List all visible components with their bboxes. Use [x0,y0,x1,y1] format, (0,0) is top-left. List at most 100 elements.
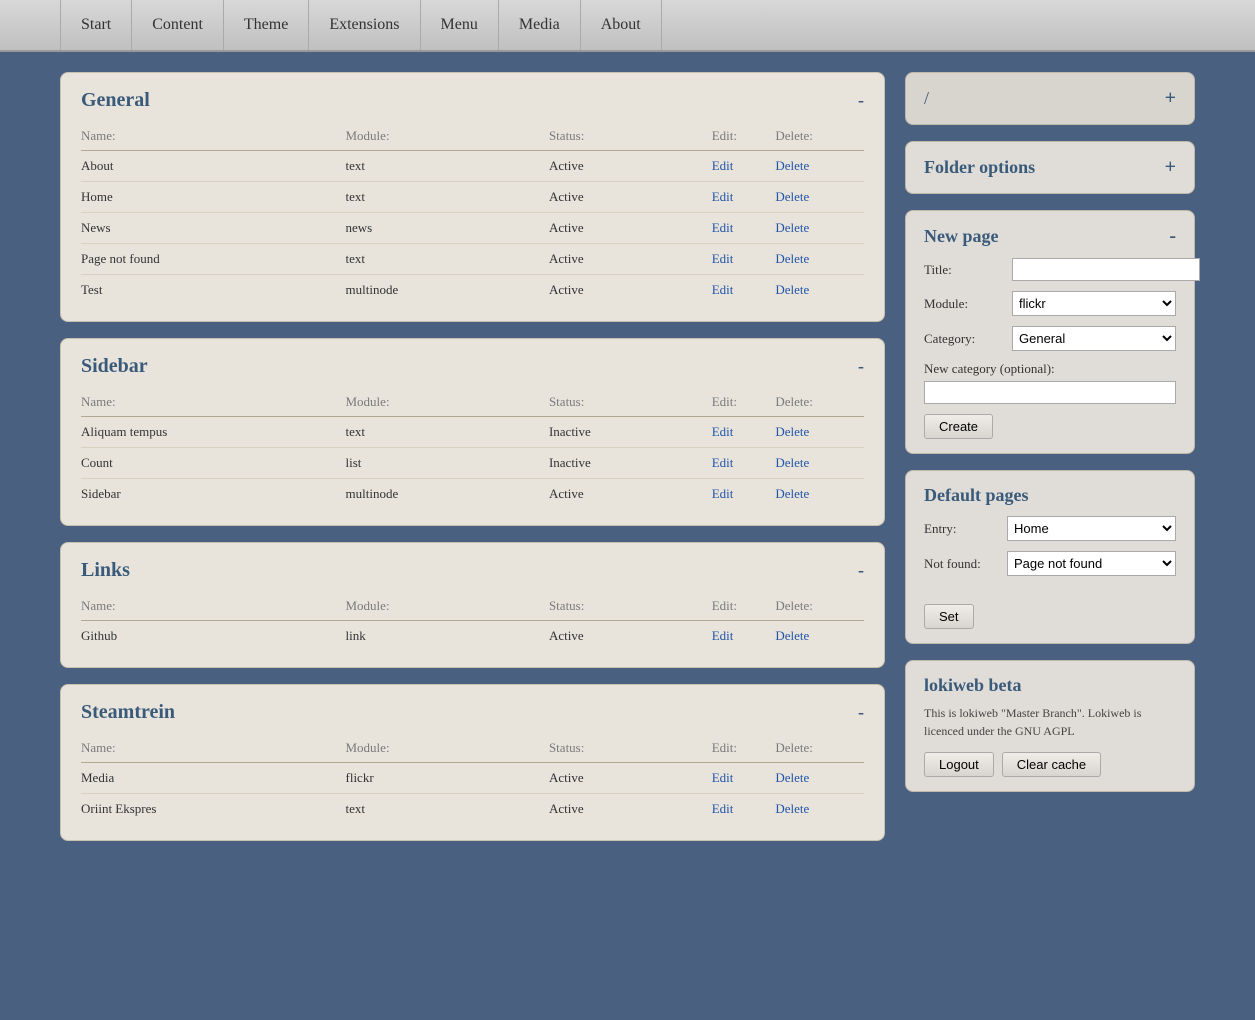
row-module: flickr [346,763,549,794]
lokiweb-panel: lokiweb beta This is lokiweb "Master Bra… [905,660,1195,792]
row-name: Media [81,763,346,794]
top-navigation: Start Content Theme Extensions Menu Medi… [0,0,1255,52]
steamtrein-table: Name: Module: Status: Edit: Delete: Medi… [81,736,864,824]
new-page-module-select[interactable]: flickrtextnewslistmultinodelink [1012,291,1176,316]
new-page-title-input[interactable] [1012,258,1200,281]
lokiweb-description: This is lokiweb "Master Branch". Lokiweb… [924,704,1176,740]
edit-link[interactable]: Edit [712,189,734,204]
new-category-input[interactable] [924,381,1176,404]
table-row: AbouttextActiveEditDelete [81,151,864,182]
steamtrein-title: Steamtrein [81,701,175,724]
edit-link[interactable]: Edit [712,282,734,297]
create-button[interactable]: Create [924,414,993,439]
delete-link[interactable]: Delete [775,801,809,816]
new-page-category-select[interactable]: General [1012,326,1176,351]
clear-cache-button[interactable]: Clear cache [1002,752,1101,777]
table-row: HometextActiveEdit Delete [81,182,864,213]
nav-media[interactable]: Media [499,0,581,50]
slash-toggle[interactable]: + [1165,87,1176,110]
delete-link[interactable]: Delete [775,251,809,266]
general-toggle[interactable]: - [858,90,864,111]
links-toggle[interactable]: - [858,560,864,581]
sidebar-panel: Sidebar - Name: Module: Status: Edit: De… [60,338,885,526]
table-row: SidebarmultinodeActiveEditDelete [81,479,864,510]
edit-link[interactable]: Edit [712,628,734,643]
links-col-module: Module: [346,594,549,621]
table-row: GithublinkActiveEditDelete [81,621,864,652]
row-name: Sidebar [81,479,346,510]
general-col-edit: Edit: [712,124,776,151]
edit-link[interactable]: Edit [712,220,734,235]
sidebar-col-delete: Delete: [775,390,864,417]
new-category-label: New category (optional): [924,361,1176,377]
new-page-category-label: Category: [924,331,1004,347]
row-status: Inactive [549,448,712,479]
row-module: multinode [346,479,549,510]
nav-about[interactable]: About [581,0,662,50]
folder-options-title: Folder options [924,157,1035,178]
entry-select[interactable]: HomeAboutNewsPage not foundTest [1007,516,1176,541]
delete-link[interactable]: Delete [775,486,809,501]
edit-link[interactable]: Edit [712,455,734,470]
delete-link[interactable]: Delete [775,282,809,297]
table-row: Page not foundtextActiveEditDelete [81,244,864,275]
row-module: news [346,213,549,244]
row-name: Github [81,621,346,652]
new-page-title: New page [924,226,999,247]
nav-start[interactable]: Start [60,0,132,50]
steamtrein-toggle[interactable]: - [858,702,864,723]
edit-link[interactable]: Edit [712,486,734,501]
new-page-toggle[interactable]: - [1169,225,1176,248]
nav-theme[interactable]: Theme [224,0,309,50]
row-module: text [346,182,549,213]
nav-menu[interactable]: Menu [421,0,499,50]
row-status: Active [549,763,712,794]
sidebar-toggle[interactable]: - [858,356,864,377]
links-table: Name: Module: Status: Edit: Delete: Gith… [81,594,864,651]
row-name: Home [81,182,346,213]
new-page-panel: New page - Title: Module: flickrtextnews… [905,210,1195,454]
row-name: About [81,151,346,182]
nav-content[interactable]: Content [132,0,224,50]
row-module: text [346,151,549,182]
table-row: CountlistInactiveEdit Delete [81,448,864,479]
sidebar-col-status: Status: [549,390,712,417]
row-module: text [346,794,549,825]
steamtrein-col-status: Status: [549,736,712,763]
table-row: Oriint EksprestextActiveEditDelete [81,794,864,825]
edit-link[interactable]: Edit [712,158,734,173]
delete-link[interactable]: Delete [775,158,809,173]
row-status: Active [549,182,712,213]
row-module: list [346,448,549,479]
row-module: multinode [346,275,549,306]
delete-link[interactable]: Delete [775,220,809,235]
logout-button[interactable]: Logout [924,752,994,777]
row-module: link [346,621,549,652]
row-status: Active [549,213,712,244]
nav-extensions[interactable]: Extensions [309,0,420,50]
delete-link[interactable]: Delete [775,455,809,470]
steamtrein-panel: Steamtrein - Name: Module: Status: Edit:… [60,684,885,841]
sidebar-col-name: Name: [81,390,346,417]
edit-link[interactable]: Edit [712,424,734,439]
steamtrein-col-delete: Delete: [775,736,864,763]
sidebar-col-edit: Edit: [712,390,776,417]
not-found-select[interactable]: Page not foundHomeAboutNewsTest [1007,551,1176,576]
sidebar-title: Sidebar [81,355,148,378]
set-button[interactable]: Set [924,604,974,629]
edit-link[interactable]: Edit [712,801,734,816]
table-row: TestmultinodeActiveEditDelete [81,275,864,306]
delete-link[interactable]: Delete [775,628,809,643]
delete-link[interactable]: Delete [775,189,809,204]
links-col-delete: Delete: [775,594,864,621]
edit-link[interactable]: Edit [712,770,734,785]
row-name: Count [81,448,346,479]
folder-options-toggle[interactable]: + [1165,156,1176,179]
delete-link[interactable]: Delete [775,424,809,439]
links-col-edit: Edit: [712,594,776,621]
edit-link[interactable]: Edit [712,251,734,266]
default-pages-title: Default pages [924,485,1029,506]
table-row: Aliquam tempustextInactiveEditDelete [81,417,864,448]
delete-link[interactable]: Delete [775,770,809,785]
lokiweb-title: lokiweb beta [924,675,1176,696]
